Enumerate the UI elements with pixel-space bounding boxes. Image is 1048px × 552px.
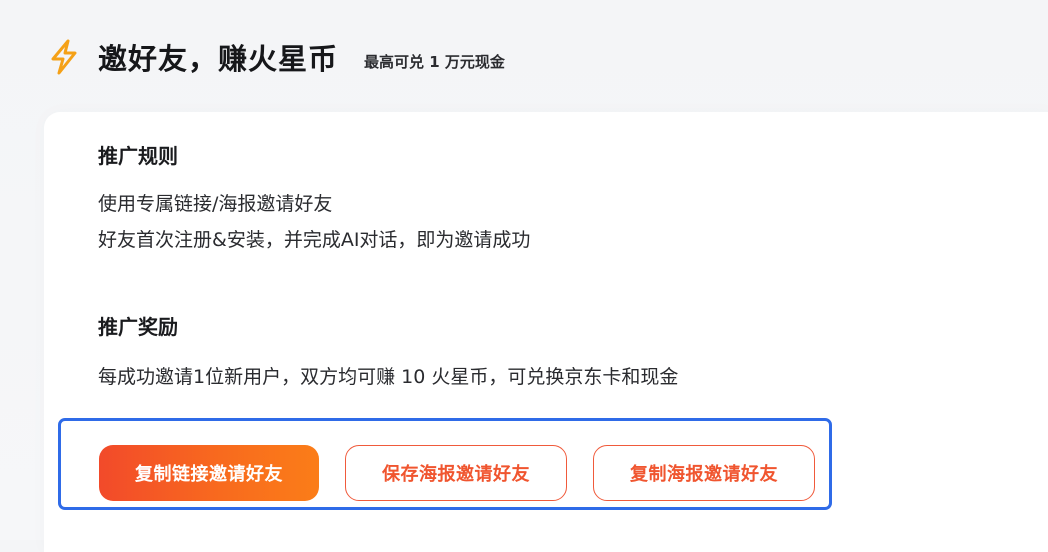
- rules-title: 推广规则: [98, 144, 178, 168]
- rewards-line-1: 每成功邀请1位新用户，双方均可赚 10 火星币，可兑换京东卡和现金: [98, 366, 679, 388]
- lightning-bolt-icon: [51, 39, 77, 75]
- page-header: 邀好友，赚火星币 最高可兑 1 万元现金: [44, 36, 505, 78]
- copy-link-invite-button[interactable]: 复制链接邀请好友: [99, 445, 319, 501]
- save-poster-invite-button[interactable]: 保存海报邀请好友: [345, 445, 567, 501]
- invite-actions-group: 复制链接邀请好友 保存海报邀请好友 复制海报邀请好友: [58, 418, 832, 510]
- copy-poster-invite-button[interactable]: 复制海报邀请好友: [593, 445, 815, 501]
- rewards-title: 推广奖励: [98, 315, 178, 339]
- rules-line-1: 使用专属链接/海报邀请好友: [98, 193, 333, 215]
- rules-line-2: 好友首次注册&安装，并完成AI对话，即为邀请成功: [98, 229, 531, 251]
- page-title: 邀好友，赚火星币: [98, 42, 339, 76]
- page-subtitle: 最高可兑 1 万元现金: [364, 52, 505, 71]
